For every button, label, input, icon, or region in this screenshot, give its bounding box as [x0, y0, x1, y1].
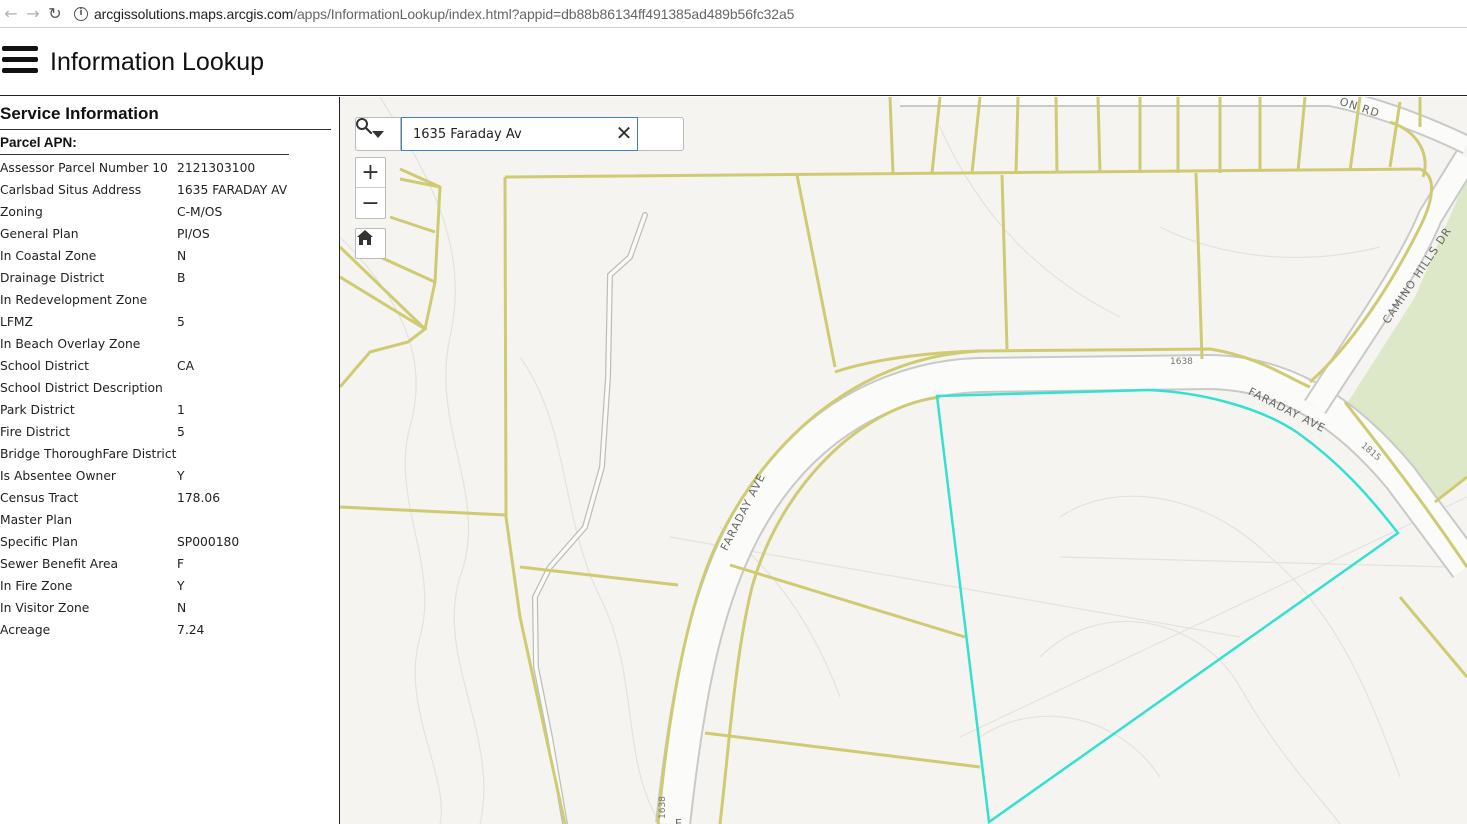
attribute-label: Park District [0, 403, 75, 417]
attribute-label: School District [0, 359, 89, 373]
attribute-label: In Beach Overlay Zone [0, 337, 141, 351]
zoom-control: + − [355, 157, 386, 219]
caret-down-icon [372, 130, 384, 138]
app-title: Information Lookup [50, 48, 265, 76]
attribute-label: LFMZ [0, 315, 33, 329]
basemap [340, 97, 1467, 824]
attribute-label: Census Tract [0, 491, 79, 505]
attribute-value: C-M/OS [177, 205, 223, 219]
attribute-row: Master Plan [0, 510, 340, 532]
attribute-label: Sewer Benefit Area [0, 557, 119, 571]
attribute-row: Bridge ThoroughFare District [0, 444, 340, 466]
site-info-icon[interactable]: i [74, 6, 88, 21]
attribute-label: Bridge ThoroughFare District [0, 447, 177, 461]
attribute-value: SP000180 [177, 535, 240, 549]
road-label-fragment: E [675, 817, 683, 824]
attribute-label: In Visitor Zone [0, 601, 90, 615]
url-text: arcgissolutions.maps.arcgis.com/apps/Inf… [94, 5, 795, 22]
attribute-label: Drainage District [0, 271, 105, 285]
parcel-apn-divider [0, 154, 289, 155]
attribute-row: Zoning C-M/OS [0, 202, 340, 224]
attribute-label: School District Description [0, 381, 163, 395]
parcel-label-1638-bottom: 1638 [658, 796, 668, 819]
attribute-row: Acreage 7.24 [0, 620, 340, 642]
zoom-out-button[interactable]: − [356, 188, 385, 218]
attribute-list: Assessor Parcel Number 10 2121303100 Carls… [0, 158, 340, 642]
attribute-row: In Visitor Zone N [0, 598, 340, 620]
panel-title: Service Information [0, 104, 159, 123]
attribute-row: In Beach Overlay Zone [0, 334, 340, 356]
browser-toolbar: ← → ↻ i arcgissolutions.maps.arcgis.com/… [0, 0, 1467, 28]
attribute-label: In Redevelopment Zone [0, 293, 148, 307]
search-input[interactable] [401, 117, 638, 151]
attribute-row: Assessor Parcel Number 10 2121303100 [0, 158, 340, 180]
attribute-value: 1635 FARADAY AV [177, 183, 288, 197]
attribute-row: Specific Plan SP000180 [0, 532, 340, 554]
attribute-label: Acreage [0, 623, 51, 637]
attribute-value: CA [177, 359, 194, 373]
attribute-value: F [177, 557, 185, 571]
contour-lines [340, 97, 1467, 824]
attribute-row: Park District 1 [0, 400, 340, 422]
search-icon [356, 118, 373, 135]
attribute-label: General Plan [0, 227, 79, 241]
attribute-value: 5 [177, 315, 185, 329]
attribute-value: N [177, 249, 187, 263]
attribute-label: In Coastal Zone [0, 249, 97, 263]
back-arrow-icon[interactable]: ← [0, 3, 22, 25]
app-header: Information Lookup [0, 29, 1467, 96]
attribute-row: In Fire Zone Y [0, 576, 340, 598]
forward-arrow-icon[interactable]: → [22, 3, 44, 25]
attribute-row: Sewer Benefit Area F [0, 554, 340, 576]
attribute-row: Is Absentee Owner Y [0, 466, 340, 488]
attribute-row: Census Tract 178.06 [0, 488, 340, 510]
attribute-value: 1 [177, 403, 185, 417]
service-information-panel: Service Information Parcel APN: Assessor… [0, 97, 340, 824]
attribute-label: Is Absentee Owner [0, 469, 116, 483]
attribute-label: Assessor Parcel Number 10 [0, 161, 168, 175]
attribute-row: School District Description [0, 378, 340, 400]
attribute-label: Fire District [0, 425, 71, 439]
attribute-value: 2121303100 [177, 161, 256, 175]
attribute-value: Y [177, 469, 185, 483]
home-icon [357, 230, 373, 245]
attribute-value: 7.24 [177, 623, 205, 637]
attribute-label: Master Plan [0, 513, 73, 527]
parcel-apn-heading: Parcel APN: [0, 135, 77, 150]
clear-search-icon[interactable]: ✕ [613, 123, 635, 145]
attribute-label: In Fire Zone [0, 579, 73, 593]
attribute-value: 178.06 [177, 491, 221, 505]
menu-icon[interactable] [2, 46, 38, 78]
attribute-value: B [177, 271, 186, 285]
reload-icon[interactable]: ↻ [44, 3, 66, 25]
search-widget: ✕ [355, 117, 684, 151]
selected-parcel-outline [935, 388, 1400, 824]
panel-divider [0, 129, 331, 130]
attribute-row: In Redevelopment Zone [0, 290, 340, 312]
attribute-value: Y [177, 579, 185, 593]
parcel-lines [340, 97, 1467, 824]
address-bar[interactable]: i arcgissolutions.maps.arcgis.com/apps/I… [74, 2, 1467, 26]
attribute-row: In Coastal Zone N [0, 246, 340, 268]
attribute-label: Zoning [0, 205, 43, 219]
attribute-row: Drainage District B [0, 268, 340, 290]
attribute-row: Carlsbad Situs Address 1635 FARADAY AV [0, 180, 340, 202]
attribute-label: Carlsbad Situs Address [0, 183, 142, 197]
parcel-label-1638-top: 1638 [1170, 357, 1193, 367]
attribute-value: PI/OS [177, 227, 210, 241]
home-button[interactable] [355, 228, 386, 259]
map-view[interactable]: FARADAY AVE FARADAY AVE CAMINO HILLS DR … [340, 97, 1467, 824]
attribute-value: 5 [177, 425, 185, 439]
attribute-row: Fire District 5 [0, 422, 340, 444]
attribute-row: LFMZ 5 [0, 312, 340, 334]
trail [531, 212, 648, 824]
attribute-row: General Plan PI/OS [0, 224, 340, 246]
attribute-row: School District CA [0, 356, 340, 378]
zoom-in-button[interactable]: + [356, 158, 385, 188]
search-button[interactable] [356, 117, 684, 151]
attribute-label: Specific Plan [0, 535, 78, 549]
attribute-value: N [177, 601, 187, 615]
